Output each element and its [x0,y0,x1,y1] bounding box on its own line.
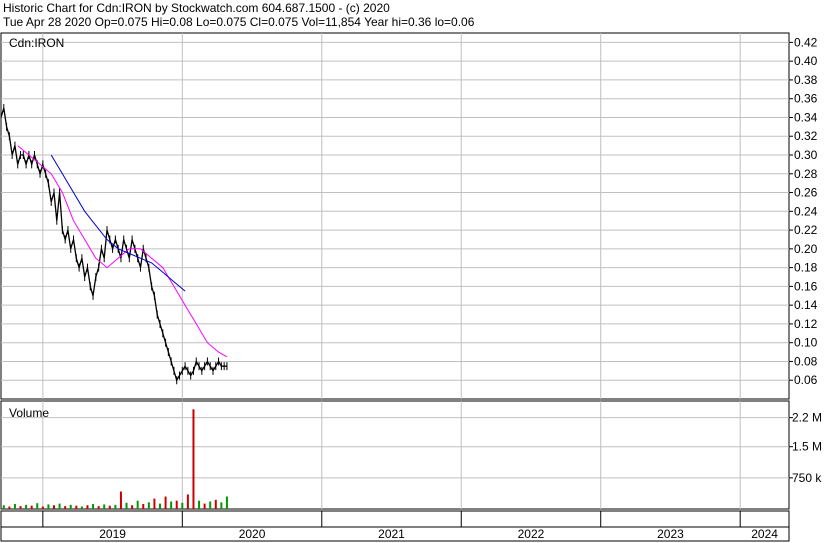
volume-bar [198,500,201,509]
price-y-tick-label: 0.30 [794,148,818,162]
price-y-tick-label: 0.32 [794,129,818,143]
price-y-tick-label: 0.14 [794,298,818,312]
volume-bar [119,491,122,509]
volume-bar [58,503,61,509]
price-y-tick-label: 0.24 [794,204,818,218]
stock-chart: 0.42 0.40 0.38 0.36 0.34 0.32 0.30 0.28 0.26 0.24… [0,32,822,542]
volume-bar [19,506,22,509]
volume-bar [153,498,156,509]
volume-y-axis: 2.2 M 1.5 M 750 k [789,411,822,485]
price-y-tick-label: 0.22 [794,223,818,237]
x-tick-label: 2019 [99,527,126,541]
volume-bar [220,502,223,509]
volume-bar [52,505,55,509]
volume-bar [225,496,228,509]
price-y-tick-label: 0.10 [794,336,818,350]
volume-bar [209,501,212,509]
volume-bar [75,505,78,509]
x-tick-label: 2020 [239,527,266,541]
volume-bar [125,502,128,509]
price-y-tick-label: 0.40 [794,54,818,68]
volume-y-tick-label: 750 k [792,471,822,485]
volume-bar [92,504,95,509]
price-y-tick-label: 0.26 [794,186,818,200]
volume-bar [192,409,195,509]
volume-bar [136,500,139,509]
volume-bar [108,505,111,509]
volume-bar [13,504,16,509]
volume-bar [181,502,184,509]
volume-bar [8,506,11,509]
volume-bar [175,500,178,509]
volume-bar [186,494,189,509]
price-y-tick-label: 0.42 [794,35,818,49]
price-y-tick-label: 0.36 [794,92,818,106]
volume-y-tick-label: 2.2 M [792,411,822,425]
volume-bar [69,504,72,509]
volume-bar [25,504,28,509]
volume-bar [97,506,100,509]
price-y-tick-label: 0.16 [794,279,818,293]
price-y-axis: 0.42 0.40 0.38 0.36 0.34 0.32 0.30 0.28 0.26 0.24… [789,35,818,387]
volume-bar [2,505,5,509]
price-y-tick-label: 0.08 [794,354,818,368]
volume-bar [203,503,206,509]
volume-bar [164,496,167,509]
price-y-tick-label: 0.06 [794,373,818,387]
volume-bar [86,505,89,509]
price-y-tick-label: 0.18 [794,261,818,275]
volume-bar [214,499,217,509]
price-y-tick-label: 0.28 [794,167,818,181]
volume-bar [170,501,173,509]
x-tick-label: 2024 [751,527,778,541]
volume-bar [80,506,83,509]
volume-bar [47,504,50,509]
volume-bar [30,505,33,509]
volume-bar [103,504,106,509]
volume-panel-title: Volume [9,406,49,420]
volume-y-tick-label: 1.5 M [792,440,822,454]
price-y-tick-label: 0.38 [794,73,818,87]
x-tick-label: 2023 [657,527,684,541]
x-tick-label: 2022 [518,527,545,541]
volume-bar [142,504,145,509]
volume-bar [41,506,44,509]
price-panel: 0.42 0.40 0.38 0.36 0.34 0.32 0.30 0.28 0.26 0.24… [0,32,818,400]
volume-bar [64,506,67,509]
price-y-tick-label: 0.20 [794,242,818,256]
volume-panel: 2.2 M 1.5 M 750 k Volume [0,400,822,510]
price-panel-title: Cdn:IRON [9,36,64,50]
price-y-tick-label: 0.12 [794,317,818,331]
volume-bar [114,504,117,509]
price-plot-frame [0,32,790,400]
price-y-tick-label: 0.34 [794,110,818,124]
volume-bar [131,505,134,509]
volume-bar [147,502,150,509]
volume-bar [36,503,39,509]
x-axis: 2019 2020 2021 2022 2023 2024 [0,510,790,542]
volume-bar [158,503,161,509]
x-tick-label: 2021 [378,527,405,541]
